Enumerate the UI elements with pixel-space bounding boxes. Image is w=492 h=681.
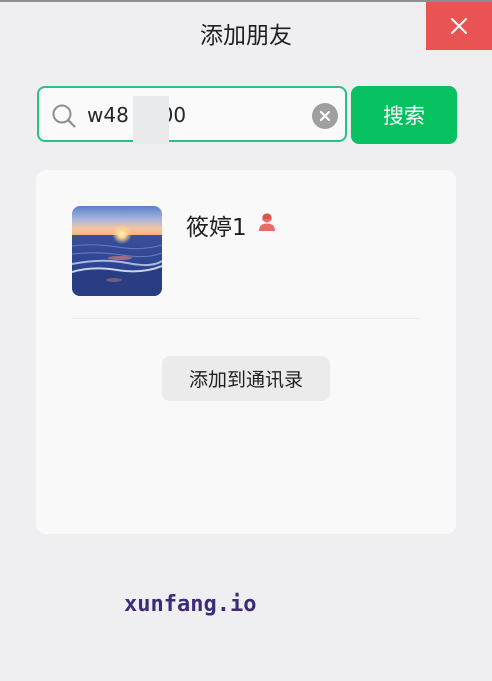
watermark: xunfang.io — [124, 592, 257, 617]
close-button[interactable] — [426, 2, 492, 50]
divider — [72, 318, 420, 319]
search-result-card: 筱婷1 添加到通讯录 — [36, 170, 456, 534]
search-icon — [52, 104, 76, 128]
search-box[interactable] — [37, 86, 347, 144]
female-user-icon — [259, 213, 275, 231]
clear-icon — [319, 110, 331, 122]
add-to-contacts-button[interactable]: 添加到通讯录 — [162, 356, 330, 401]
search-input[interactable] — [87, 97, 305, 133]
window-title: 添加朋友 — [200, 23, 292, 49]
contact-nickname: 筱婷1 — [186, 215, 247, 241]
clear-search-button[interactable] — [312, 103, 338, 129]
beach-sunset-avatar — [72, 206, 162, 296]
close-icon — [451, 18, 467, 34]
window-top-border — [0, 0, 492, 2]
search-button[interactable]: 搜索 — [351, 86, 457, 144]
redacted-region — [133, 96, 169, 144]
avatar[interactable] — [72, 206, 162, 296]
